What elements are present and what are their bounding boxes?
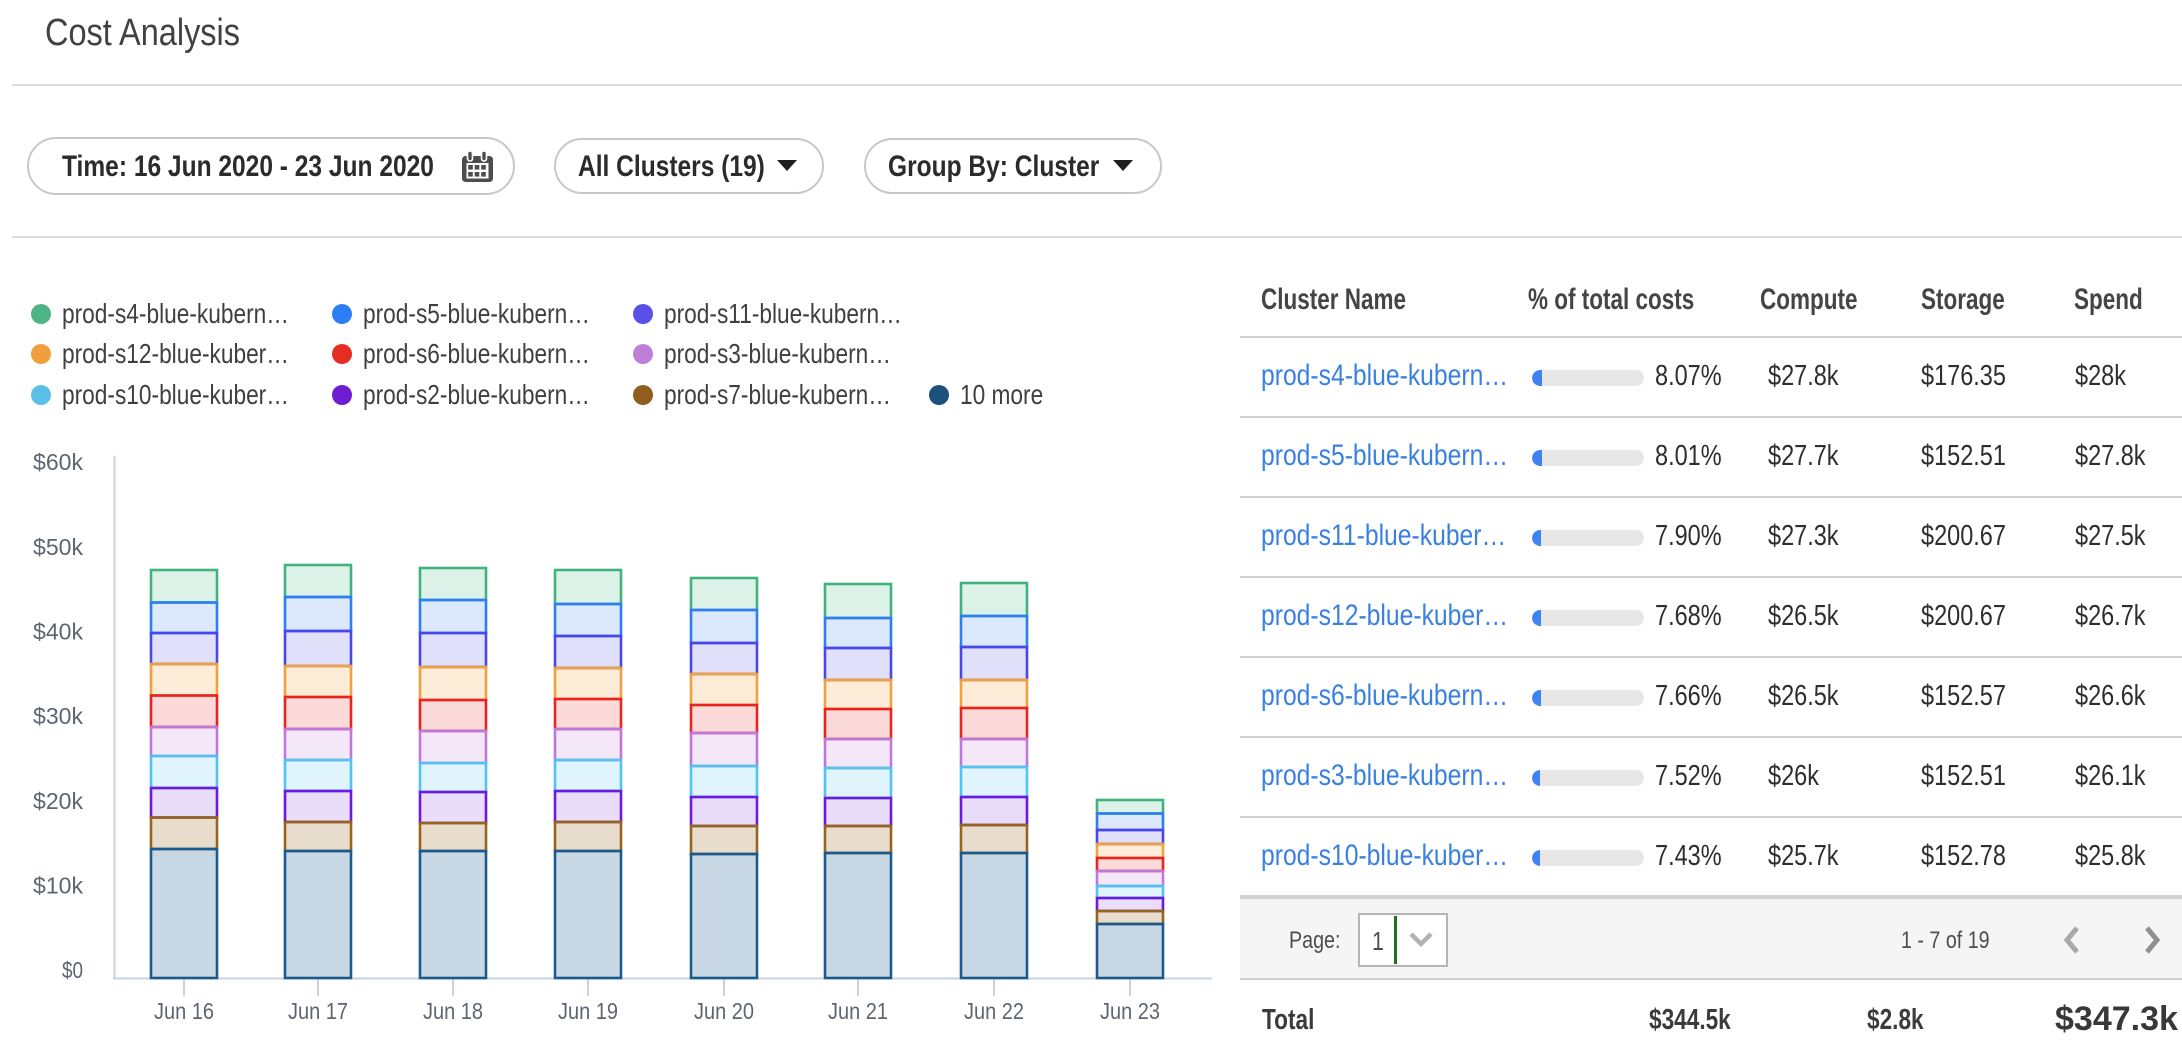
svg-text:Jun 18: Jun 18 bbox=[423, 998, 483, 1024]
svg-text:Jun 22: Jun 22 bbox=[964, 998, 1024, 1024]
svg-text:$0: $0 bbox=[62, 957, 83, 983]
svg-text:Jun 20: Jun 20 bbox=[694, 998, 754, 1024]
svg-text:$60k: $60k bbox=[33, 449, 84, 475]
svg-text:Jun 16: Jun 16 bbox=[154, 998, 214, 1024]
svg-text:$50k: $50k bbox=[33, 534, 84, 560]
svg-text:$30k: $30k bbox=[33, 703, 84, 729]
svg-text:$10k: $10k bbox=[33, 873, 84, 899]
svg-text:Jun 17: Jun 17 bbox=[288, 998, 348, 1024]
svg-text:$20k: $20k bbox=[33, 788, 84, 814]
svg-text:Jun 23: Jun 23 bbox=[1100, 998, 1160, 1024]
svg-text:Jun 21: Jun 21 bbox=[828, 998, 888, 1024]
svg-text:$40k: $40k bbox=[33, 619, 84, 645]
svg-text:Jun 19: Jun 19 bbox=[558, 998, 618, 1024]
